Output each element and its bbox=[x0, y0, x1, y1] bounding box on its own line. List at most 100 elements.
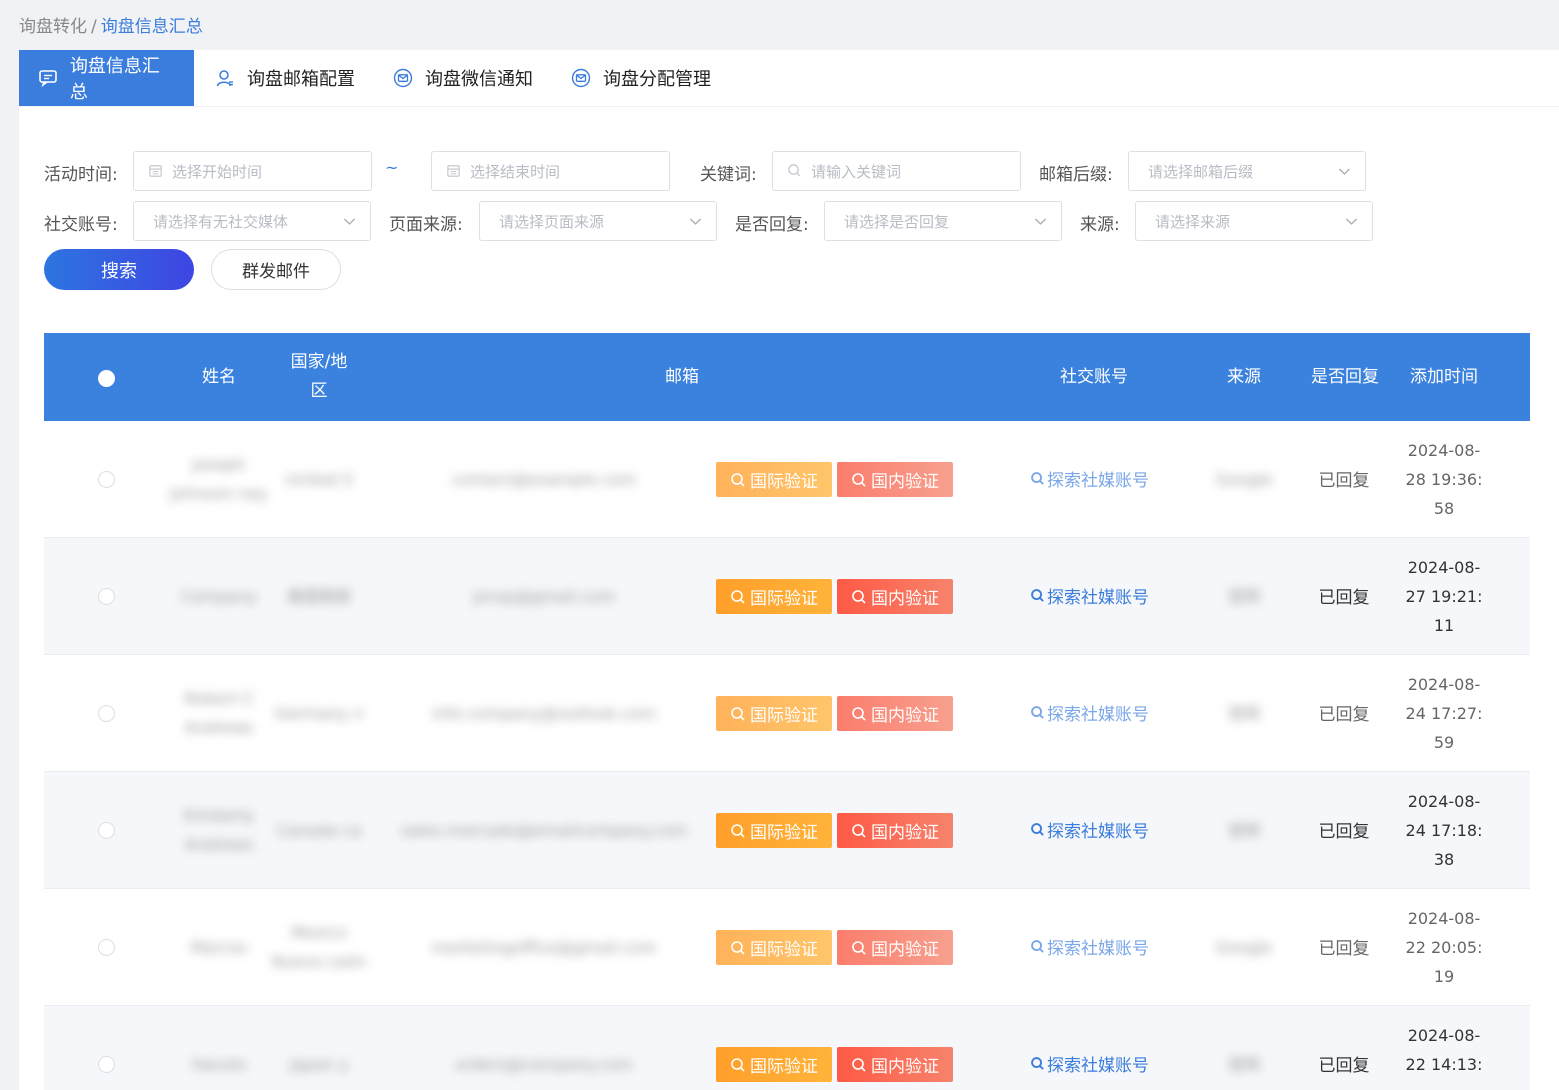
added-time-clock: 28 19:36: bbox=[1405, 470, 1483, 489]
table-row: Company 美国南部 jonsp@gmail.com 国际验证 国内验证 探… bbox=[44, 538, 1530, 655]
header-country-line2: 区 bbox=[310, 381, 328, 401]
customer-country: United S bbox=[285, 469, 353, 489]
message-icon bbox=[37, 67, 59, 89]
source-select[interactable]: 请选择来源 bbox=[1135, 201, 1373, 241]
inquiry-source: Google bbox=[1215, 469, 1273, 489]
tab-inquiry-summary[interactable]: 询盘信息汇总 bbox=[19, 50, 194, 106]
row-checkbox[interactable] bbox=[98, 939, 115, 956]
explore-social-label: 探索社媒账号 bbox=[1047, 939, 1149, 959]
end-time-placeholder: 选择结束时间 bbox=[470, 162, 561, 181]
replied-status: 已回复 bbox=[1318, 705, 1370, 725]
customer-country: Canada ca bbox=[276, 820, 362, 840]
added-time: 2024-08- 28 19:36: 58 bbox=[1394, 436, 1494, 523]
chevron-down-icon bbox=[1339, 168, 1350, 175]
explore-social-label: 探索社媒账号 bbox=[1047, 588, 1149, 608]
breadcrumb-parent[interactable]: 询盘转化 bbox=[19, 17, 87, 37]
international-verify-label: 国际验证 bbox=[750, 823, 818, 843]
explore-social-label: 探索社媒账号 bbox=[1047, 705, 1149, 725]
domestic-verify-button[interactable]: 国内验证 bbox=[837, 813, 953, 848]
international-verify-label: 国际验证 bbox=[750, 589, 818, 609]
email-suffix-select[interactable]: 请选择邮箱后缀 bbox=[1128, 151, 1366, 191]
table-body: Joseph Johnson ney United S contact@exam… bbox=[44, 421, 1530, 1090]
end-time-picker[interactable]: 选择结束时间 bbox=[431, 151, 670, 191]
domestic-verify-button[interactable]: 国内验证 bbox=[837, 930, 953, 965]
domestic-verify-button[interactable]: 国内验证 bbox=[837, 462, 953, 497]
explore-social-link[interactable]: 探索社媒账号 bbox=[1030, 466, 1149, 491]
mass-mail-button[interactable]: 群发邮件 bbox=[211, 249, 341, 290]
domestic-verify-label: 国内验证 bbox=[871, 472, 939, 492]
explore-social-link[interactable]: 探索社媒账号 bbox=[1030, 700, 1149, 725]
added-time-seconds: 59 bbox=[1433, 733, 1455, 752]
added-time-date: 2024-08- bbox=[1407, 1026, 1481, 1045]
added-time-seconds: 19 bbox=[1433, 967, 1455, 986]
tab-allocation-manage[interactable]: 询盘分配管理 bbox=[552, 50, 728, 106]
inquiry-source: 官网 bbox=[1227, 703, 1260, 723]
chevron-down-icon bbox=[344, 218, 355, 225]
customer-country: Japan y bbox=[289, 1054, 349, 1074]
search-icon bbox=[852, 823, 866, 838]
table-row: Joseph Johnson ney United S contact@exam… bbox=[44, 421, 1530, 538]
domestic-verify-label: 国内验证 bbox=[871, 589, 939, 609]
international-verify-label: 国际验证 bbox=[750, 472, 818, 492]
search-icon bbox=[731, 1057, 745, 1072]
added-time-date: 2024-08- bbox=[1407, 558, 1481, 577]
row-checkbox[interactable] bbox=[98, 1056, 115, 1073]
keyword-input[interactable]: 请输入关键词 bbox=[772, 151, 1021, 191]
explore-social-link[interactable]: 探索社媒账号 bbox=[1030, 934, 1149, 959]
search-button[interactable]: 搜索 bbox=[44, 249, 194, 290]
added-time-seconds: 11 bbox=[1433, 616, 1455, 635]
domestic-verify-button[interactable]: 国内验证 bbox=[837, 579, 953, 614]
header-email: 邮箱 bbox=[665, 366, 699, 387]
replied-status: 已回复 bbox=[1318, 588, 1370, 608]
search-icon bbox=[731, 940, 745, 955]
replied-select[interactable]: 请选择是否回复 bbox=[824, 201, 1062, 241]
social-placeholder: 请选择有无社交媒体 bbox=[153, 212, 289, 231]
international-verify-button[interactable]: 国际验证 bbox=[716, 462, 832, 497]
customer-country: Mexico Nuevo León bbox=[271, 923, 367, 971]
search-icon bbox=[852, 1057, 866, 1072]
tab-mailbox-config[interactable]: 询盘邮箱配置 bbox=[196, 50, 372, 106]
explore-social-link[interactable]: 探索社媒账号 bbox=[1030, 1051, 1149, 1076]
customer-email: contact@example.com bbox=[452, 469, 636, 489]
tab-wechat-notify[interactable]: 询盘微信通知 bbox=[374, 50, 550, 106]
start-time-picker[interactable]: 选择开始时间 bbox=[133, 151, 372, 191]
customer-email: marketingoffice@gmail.com bbox=[431, 937, 657, 957]
inquiry-source: 官网 bbox=[1227, 820, 1260, 840]
international-verify-label: 国际验证 bbox=[750, 706, 818, 726]
explore-social-link[interactable]: 探索社媒账号 bbox=[1030, 583, 1149, 608]
international-verify-button[interactable]: 国际验证 bbox=[716, 930, 832, 965]
row-checkbox[interactable] bbox=[98, 471, 115, 488]
domestic-verify-label: 国内验证 bbox=[871, 940, 939, 960]
social-select[interactable]: 请选择有无社交媒体 bbox=[133, 201, 371, 241]
domestic-verify-button[interactable]: 国内验证 bbox=[837, 1047, 953, 1082]
row-checkbox[interactable] bbox=[98, 705, 115, 722]
page-source-select[interactable]: 请选择页面来源 bbox=[479, 201, 717, 241]
added-time-date: 2024-08- bbox=[1407, 441, 1481, 460]
replied-status: 已回复 bbox=[1318, 822, 1370, 842]
inquiry-source: 官网 bbox=[1227, 586, 1260, 606]
row-checkbox[interactable] bbox=[98, 822, 115, 839]
inquiry-source: Google bbox=[1215, 937, 1273, 957]
domestic-verify-label: 国内验证 bbox=[871, 1057, 939, 1077]
international-verify-button[interactable]: 国际验证 bbox=[716, 813, 832, 848]
added-time-date: 2024-08- bbox=[1407, 909, 1481, 928]
row-checkbox[interactable] bbox=[98, 588, 115, 605]
added-time-clock: 24 17:18: bbox=[1405, 821, 1483, 840]
explore-social-link[interactable]: 探索社媒账号 bbox=[1030, 817, 1149, 842]
customer-name: Company bbox=[180, 586, 258, 606]
select-all-checkbox[interactable] bbox=[98, 370, 115, 387]
international-verify-button[interactable]: 国际验证 bbox=[716, 579, 832, 614]
range-separator: ~ bbox=[385, 158, 399, 177]
customer-country: 美国南部 bbox=[286, 586, 351, 606]
international-verify-button[interactable]: 国际验证 bbox=[716, 1047, 832, 1082]
added-time-date: 2024-08- bbox=[1407, 675, 1481, 694]
mail-icon bbox=[570, 67, 592, 89]
international-verify-button[interactable]: 国际验证 bbox=[716, 696, 832, 731]
domestic-verify-button[interactable]: 国内验证 bbox=[837, 696, 953, 731]
customer-name: Joseph Johnson ney bbox=[170, 455, 268, 503]
search-icon bbox=[852, 589, 866, 604]
inquiry-source: 官网 bbox=[1227, 1054, 1260, 1074]
table-row: Marcos Mexico Nuevo León marketingoffice… bbox=[44, 889, 1530, 1006]
mail-icon bbox=[392, 67, 414, 89]
added-time-seconds: 58 bbox=[1433, 499, 1455, 518]
